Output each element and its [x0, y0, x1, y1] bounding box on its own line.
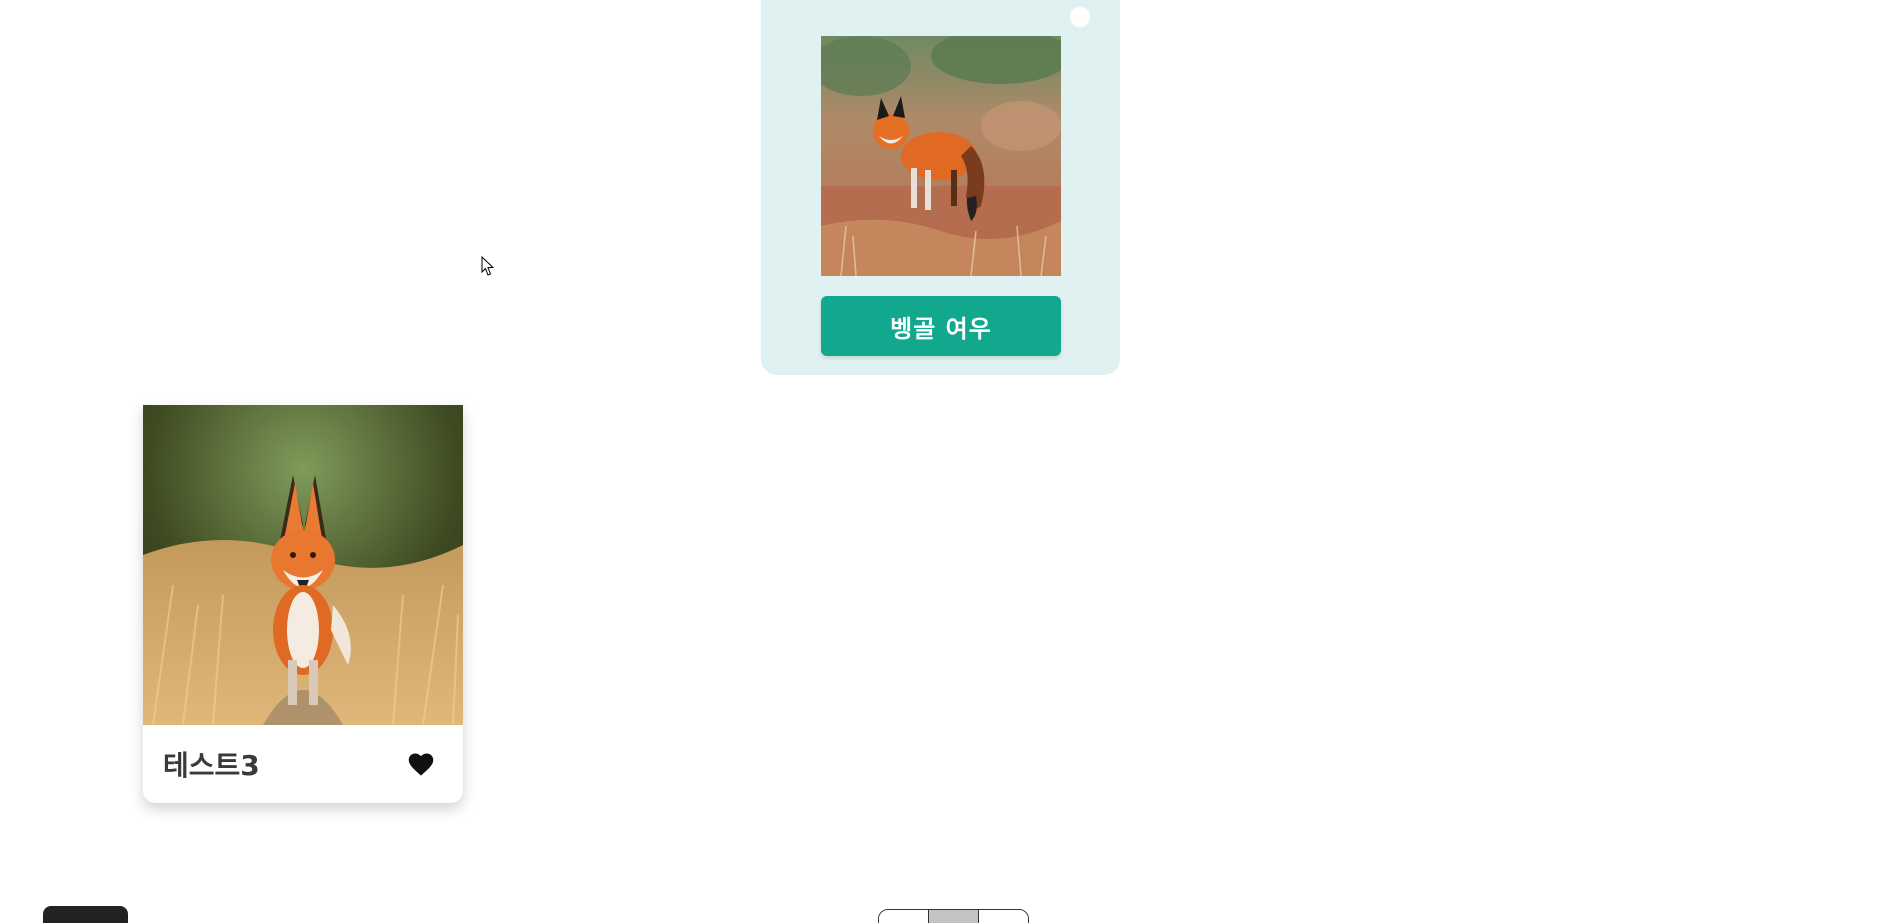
dark-action-button[interactable] — [43, 906, 128, 923]
heart-icon[interactable] — [407, 751, 435, 777]
page: 벵골 여우 테스트3 — [0, 0, 1890, 923]
featured-fox-image — [821, 36, 1061, 276]
mouse-cursor-icon — [481, 256, 495, 276]
card-title: 테스트3 — [163, 749, 260, 782]
fox-illustration-icon — [821, 36, 1061, 276]
white-dot-icon[interactable] — [1070, 7, 1090, 27]
animal-card[interactable]: 테스트3 — [143, 405, 463, 803]
pagination — [878, 909, 1029, 923]
fox-name-button[interactable]: 벵골 여우 — [821, 296, 1061, 356]
card-fox-image — [143, 405, 463, 725]
fox-photo-icon — [143, 405, 463, 725]
page-button[interactable] — [979, 910, 1028, 923]
featured-card: 벵골 여우 — [761, 0, 1120, 375]
page-button-active[interactable] — [929, 910, 979, 923]
page-button[interactable] — [879, 910, 929, 923]
